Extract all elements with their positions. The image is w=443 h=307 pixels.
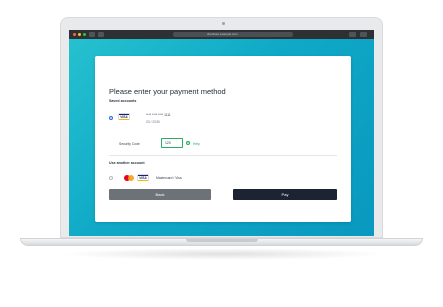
- other-account-label: Use another account: [109, 161, 145, 165]
- security-code-input[interactable]: 123: [161, 138, 183, 148]
- section-divider: [109, 155, 337, 156]
- help-link[interactable]: Help: [193, 142, 200, 146]
- saved-accounts-label: Saved accounts: [109, 99, 137, 103]
- back-button[interactable]: Back: [109, 189, 211, 200]
- laptop-base: [20, 238, 423, 246]
- saved-account-radio[interactable]: [109, 116, 113, 120]
- saved-card-expiry: 03 / 2030: [146, 120, 160, 124]
- page-title: Please enter your payment method: [109, 87, 226, 96]
- tabs-icon[interactable]: [360, 32, 367, 37]
- address-text: checkout.example.com: [207, 32, 238, 36]
- share-icon[interactable]: [349, 32, 356, 37]
- other-brands-text: Mastercard / Visa: [156, 176, 182, 180]
- minimize-window-icon[interactable]: [78, 33, 81, 36]
- mastercard-logo-icon: [124, 174, 134, 181]
- saved-card-number: **** **** **** 1111: [146, 113, 171, 117]
- close-window-icon[interactable]: [73, 33, 76, 36]
- laptop-screen: checkout.example.com Please enter your p…: [69, 30, 374, 236]
- visa-logo-icon: VISA: [118, 113, 130, 120]
- laptop-notch: [186, 239, 258, 242]
- laptop-shadow: [58, 248, 385, 260]
- laptop-mockup-stage: checkout.example.com Please enter your p…: [0, 0, 443, 307]
- payment-card: Please enter your payment method Saved a…: [95, 56, 351, 222]
- laptop-lid: checkout.example.com Please enter your p…: [60, 17, 383, 238]
- address-bar[interactable]: checkout.example.com: [173, 32, 293, 37]
- security-code-label: Security Code: [119, 142, 140, 146]
- visa-logo-small-icon: VISA: [137, 174, 149, 181]
- browser-toolbar: checkout.example.com: [69, 30, 374, 39]
- help-circle-icon[interactable]: ?: [186, 141, 190, 145]
- forward-nav-icon[interactable]: [98, 32, 104, 37]
- back-nav-icon[interactable]: [89, 32, 95, 37]
- pay-button[interactable]: Pay: [233, 189, 337, 200]
- camera-dot: [222, 22, 225, 25]
- maximize-window-icon[interactable]: [83, 33, 86, 36]
- other-account-radio[interactable]: [109, 176, 113, 180]
